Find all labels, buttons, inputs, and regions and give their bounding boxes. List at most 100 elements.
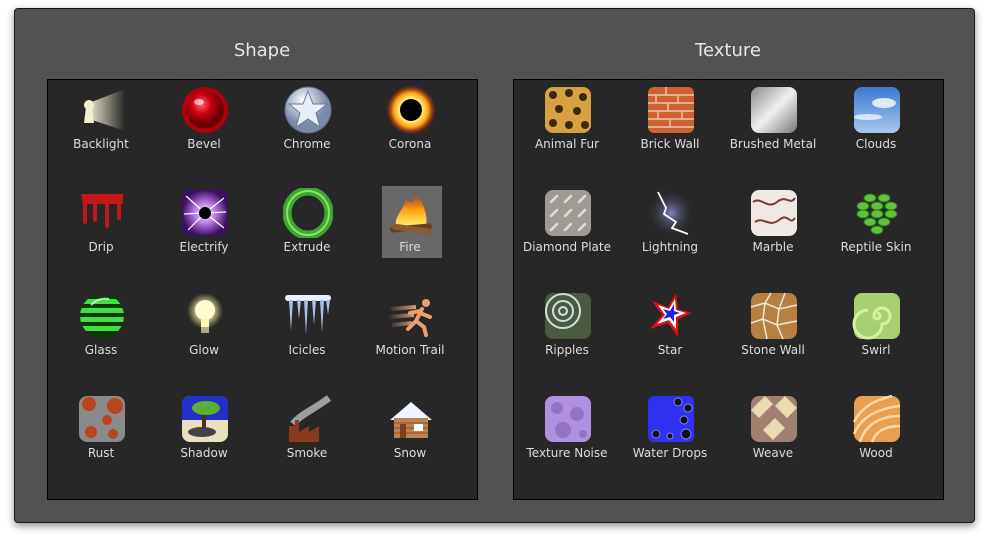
effect-item-swirl[interactable]: Swirl <box>828 285 924 381</box>
effect-label: Chrome <box>283 137 331 151</box>
effect-label: Corona <box>388 137 432 151</box>
effect-label: Fire <box>399 240 421 254</box>
rust-texture-icon <box>77 394 127 444</box>
effect-label: Snow <box>393 446 427 460</box>
purple-noise-icon <box>543 394 593 444</box>
effect-item-icicles[interactable]: Icicles <box>259 285 355 381</box>
effect-item-glow[interactable]: Glow <box>156 285 252 381</box>
effect-item-smoke[interactable]: Smoke <box>259 388 355 484</box>
running-man-icon <box>386 291 436 341</box>
effect-item-backlight[interactable]: Backlight <box>53 79 149 175</box>
brushed-metal-icon <box>749 85 799 135</box>
effect-label: Lightning <box>641 240 699 254</box>
effect-label: Glass <box>84 343 118 357</box>
effect-item-water-drops[interactable]: Water Drops <box>622 388 718 484</box>
effect-label: Smoke <box>286 446 328 460</box>
effect-label: Reptile Skin <box>840 240 912 254</box>
blood-drip-icon <box>77 188 127 238</box>
basket-weave-icon <box>749 394 799 444</box>
effect-label: Bevel <box>187 137 221 151</box>
effect-item-drip[interactable]: Drip <box>53 182 149 278</box>
effect-item-marble[interactable]: Marble <box>725 182 821 278</box>
effect-label: Electrify <box>179 240 229 254</box>
effect-label: Shadow <box>180 446 228 460</box>
effect-item-animal-fur[interactable]: Animal Fur <box>519 79 615 175</box>
effect-item-glass[interactable]: Glass <box>53 285 149 381</box>
lightning-bolt-icon <box>646 188 696 238</box>
effect-item-fire[interactable]: Fire <box>362 182 458 278</box>
effect-label: Rust <box>87 446 115 460</box>
effect-item-bevel[interactable]: Bevel <box>156 79 252 175</box>
factory-smoke-icon <box>283 394 333 444</box>
effect-label: Brushed Metal <box>729 137 817 151</box>
water-drops-icon <box>646 394 696 444</box>
section-title-shape: Shape <box>233 40 291 61</box>
effect-label: Clouds <box>855 137 897 151</box>
green-swirl-icon <box>852 291 902 341</box>
effect-item-diamond-plate[interactable]: Diamond Plate <box>519 182 615 278</box>
effect-item-texture-noise[interactable]: Texture Noise <box>519 388 615 484</box>
effect-item-chrome[interactable]: Chrome <box>259 79 355 175</box>
stone-wall-icon <box>749 291 799 341</box>
effect-label: Drip <box>88 240 114 254</box>
effect-item-brick-wall[interactable]: Brick Wall <box>622 79 718 175</box>
brick-wall-icon <box>646 85 696 135</box>
effect-label: Water Drops <box>632 446 708 460</box>
effect-item-clouds[interactable]: Clouds <box>828 79 924 175</box>
reptile-scales-icon <box>852 188 902 238</box>
effect-label: Marble <box>752 240 794 254</box>
keyhole-light-icon <box>77 85 127 135</box>
effect-label: Brick Wall <box>640 137 700 151</box>
effect-item-electrify[interactable]: Electrify <box>156 182 252 278</box>
effect-item-wood[interactable]: Wood <box>828 388 924 484</box>
effect-item-snow[interactable]: Snow <box>362 388 458 484</box>
texture-panel: Animal Fur Brick Wall Brushed Metal Clouds D… <box>513 79 944 500</box>
patriotic-star-icon <box>646 291 696 341</box>
effect-item-shadow[interactable]: Shadow <box>156 388 252 484</box>
effect-label: Icicles <box>288 343 326 357</box>
tree-shadow-icon <box>180 394 230 444</box>
wood-grain-icon <box>852 394 902 444</box>
leopard-fur-icon <box>543 85 593 135</box>
effect-label: Animal Fur <box>534 137 600 151</box>
solar-corona-icon <box>386 85 436 135</box>
section-title-texture: Texture <box>695 40 761 61</box>
effect-item-star[interactable]: Star <box>622 285 718 381</box>
effect-label: Weave <box>752 446 794 460</box>
green-glass-sphere-icon <box>77 291 127 341</box>
icicles-icon <box>283 291 333 341</box>
effect-item-weave[interactable]: Weave <box>725 388 821 484</box>
effect-label: Wood <box>859 446 893 460</box>
marble-icon <box>749 188 799 238</box>
effect-item-brushed-metal[interactable]: Brushed Metal <box>725 79 821 175</box>
chrome-star-icon <box>283 85 333 135</box>
effect-label: Extrude <box>283 240 331 254</box>
effect-item-reptile-skin[interactable]: Reptile Skin <box>828 182 924 278</box>
diamond-plate-icon <box>543 188 593 238</box>
effect-label: Diamond Plate <box>522 240 611 254</box>
effect-label: Motion Trail <box>375 343 445 357</box>
effect-item-ripples[interactable]: Ripples <box>519 285 615 381</box>
effect-item-extrude[interactable]: Extrude <box>259 182 355 278</box>
water-ripples-icon <box>543 291 593 341</box>
electric-burst-icon <box>180 188 230 238</box>
clouds-sky-icon <box>852 85 902 135</box>
effect-label: Backlight <box>73 137 129 151</box>
effect-label: Star <box>657 343 683 357</box>
green-ring-icon <box>283 188 333 238</box>
effect-item-corona[interactable]: Corona <box>362 79 458 175</box>
effect-label: Ripples <box>545 343 589 357</box>
effects-window: Shape Texture Backlight Bevel Chrome Corona… <box>14 8 975 523</box>
shape-panel: Backlight Bevel Chrome Corona Drip Electrify E… <box>47 79 478 500</box>
campfire-icon <box>386 188 436 238</box>
lightbulb-icon <box>180 291 230 341</box>
effect-label: Stone Wall <box>741 343 805 357</box>
effect-label: Swirl <box>861 343 891 357</box>
effect-item-motion-trail[interactable]: Motion Trail <box>362 285 458 381</box>
red-bevel-button-icon <box>180 85 230 135</box>
snowy-cabin-icon <box>386 394 436 444</box>
effect-item-rust[interactable]: Rust <box>53 388 149 484</box>
effect-item-stone-wall[interactable]: Stone Wall <box>725 285 821 381</box>
effect-label: Glow <box>189 343 219 357</box>
effect-item-lightning[interactable]: Lightning <box>622 182 718 278</box>
